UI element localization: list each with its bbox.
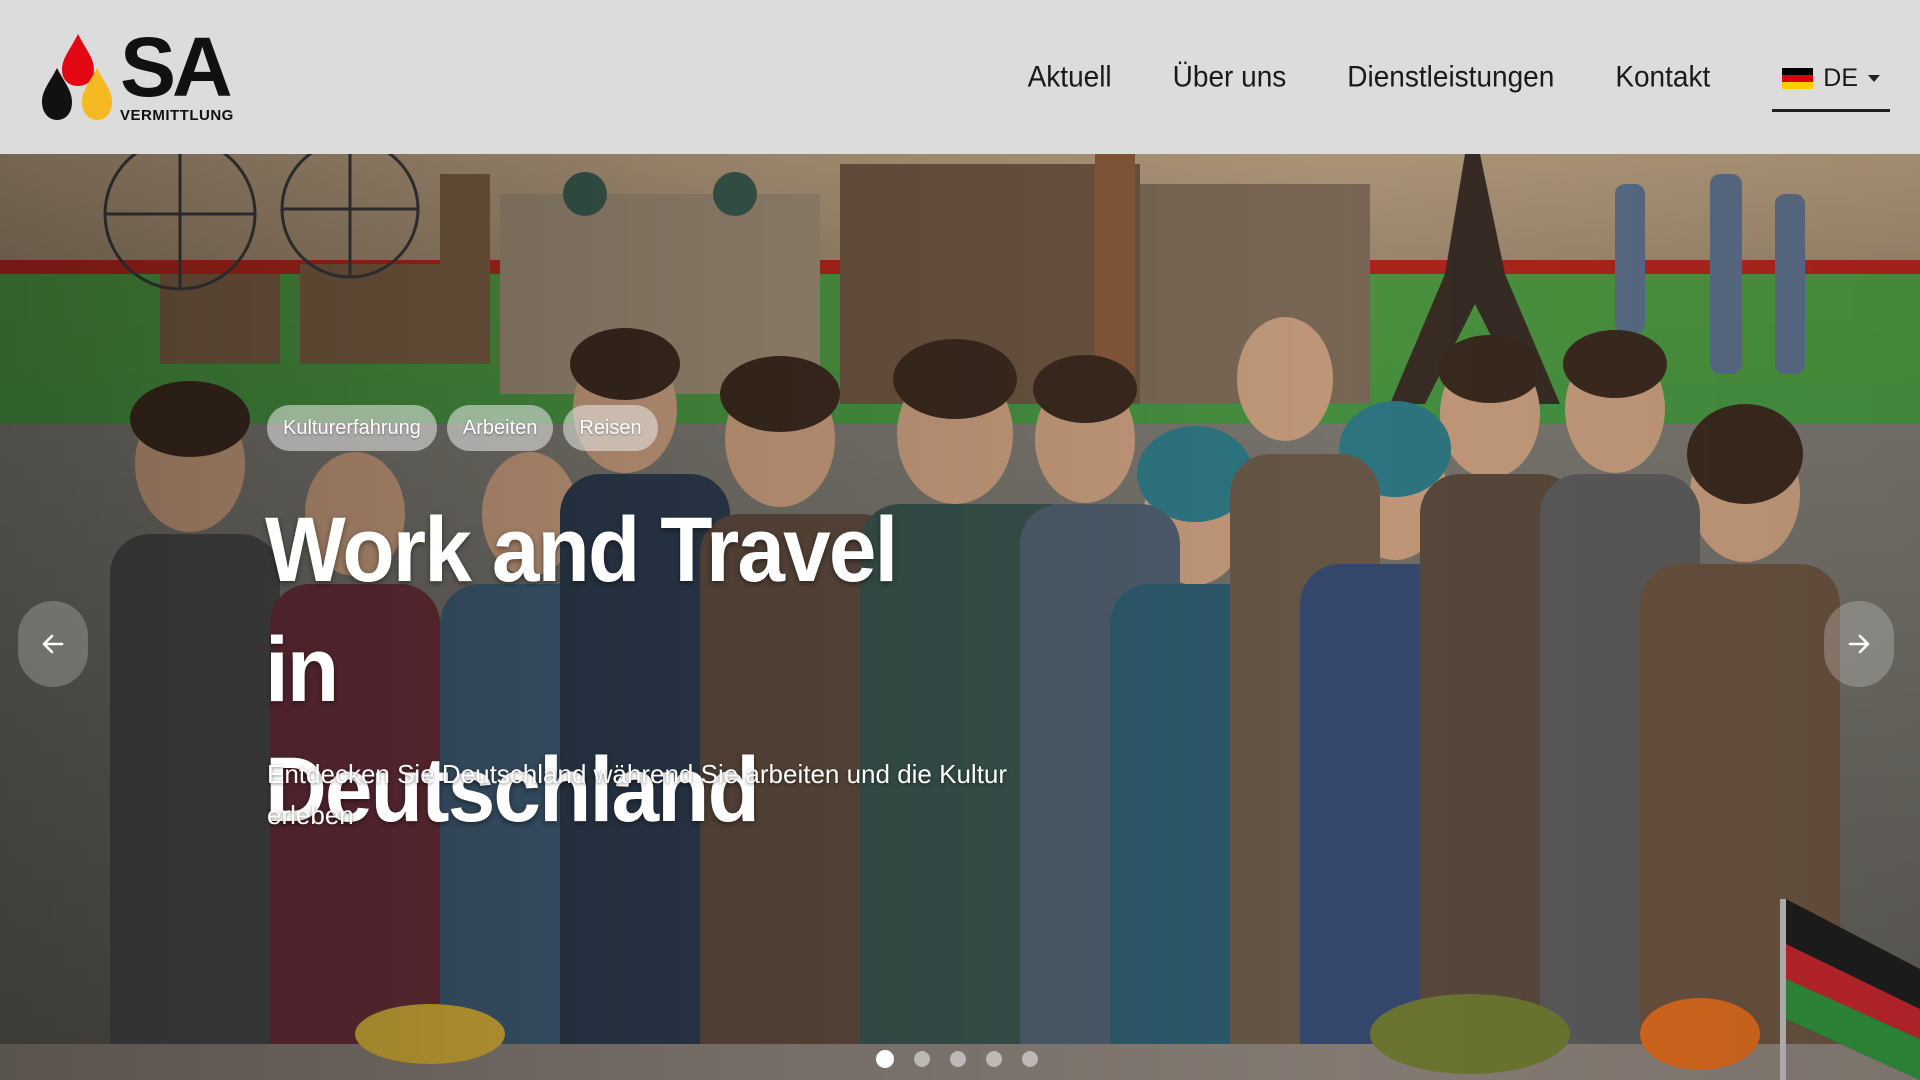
logo-title: SA bbox=[120, 19, 233, 114]
german-flag-icon bbox=[1782, 67, 1814, 90]
tag-arbeiten[interactable]: Arbeiten bbox=[446, 405, 554, 451]
hero-tags: Kulturerfahrung Arbeiten Reisen bbox=[267, 405, 668, 451]
nav-item-aktuell[interactable]: Aktuell bbox=[1028, 60, 1112, 94]
carousel-dot-2[interactable] bbox=[914, 1051, 930, 1067]
language-label: DE bbox=[1823, 64, 1858, 92]
tag-reisen[interactable]: Reisen bbox=[563, 405, 658, 451]
site-header: SA VERMITTLUNG Aktuell Über uns Dienstle… bbox=[0, 0, 1920, 154]
logo[interactable]: SA VERMITTLUNG bbox=[40, 19, 234, 127]
main-nav: Aktuell Über uns Dienstleistungen Kontak… bbox=[967, 0, 1890, 154]
carousel-dot-1[interactable] bbox=[876, 1050, 894, 1068]
arrow-right-icon bbox=[1848, 634, 1870, 654]
hero-title-line1: Work and Travel in bbox=[265, 499, 898, 721]
arrow-left-icon bbox=[42, 634, 64, 654]
nav-item-kontakt[interactable]: Kontakt bbox=[1615, 60, 1710, 94]
nav-item-ueber-uns[interactable]: Über uns bbox=[1173, 60, 1287, 94]
nav-item-dienstleistungen[interactable]: Dienstleistungen bbox=[1347, 60, 1554, 94]
logo-subtitle: VERMITTLUNG bbox=[120, 106, 234, 124]
carousel-dot-4[interactable] bbox=[986, 1051, 1002, 1067]
hero-subtitle: Entdecken Sie Deutschland während Sie ar… bbox=[267, 759, 1008, 830]
hero-carousel: Kulturerfahrung Arbeiten Reisen Work and… bbox=[0, 154, 1920, 1080]
logo-drops-icon bbox=[42, 34, 112, 120]
carousel-dot-5[interactable] bbox=[1022, 1051, 1038, 1067]
carousel-dot-3[interactable] bbox=[950, 1051, 966, 1067]
language-selector[interactable]: DE bbox=[1772, 48, 1890, 112]
carousel-next-button[interactable] bbox=[1824, 601, 1894, 687]
carousel-indicators bbox=[876, 1050, 1058, 1068]
chevron-down-icon bbox=[1868, 75, 1880, 82]
carousel-prev-button[interactable] bbox=[18, 601, 88, 687]
tag-kulturerfahrung[interactable]: Kulturerfahrung bbox=[267, 405, 437, 451]
